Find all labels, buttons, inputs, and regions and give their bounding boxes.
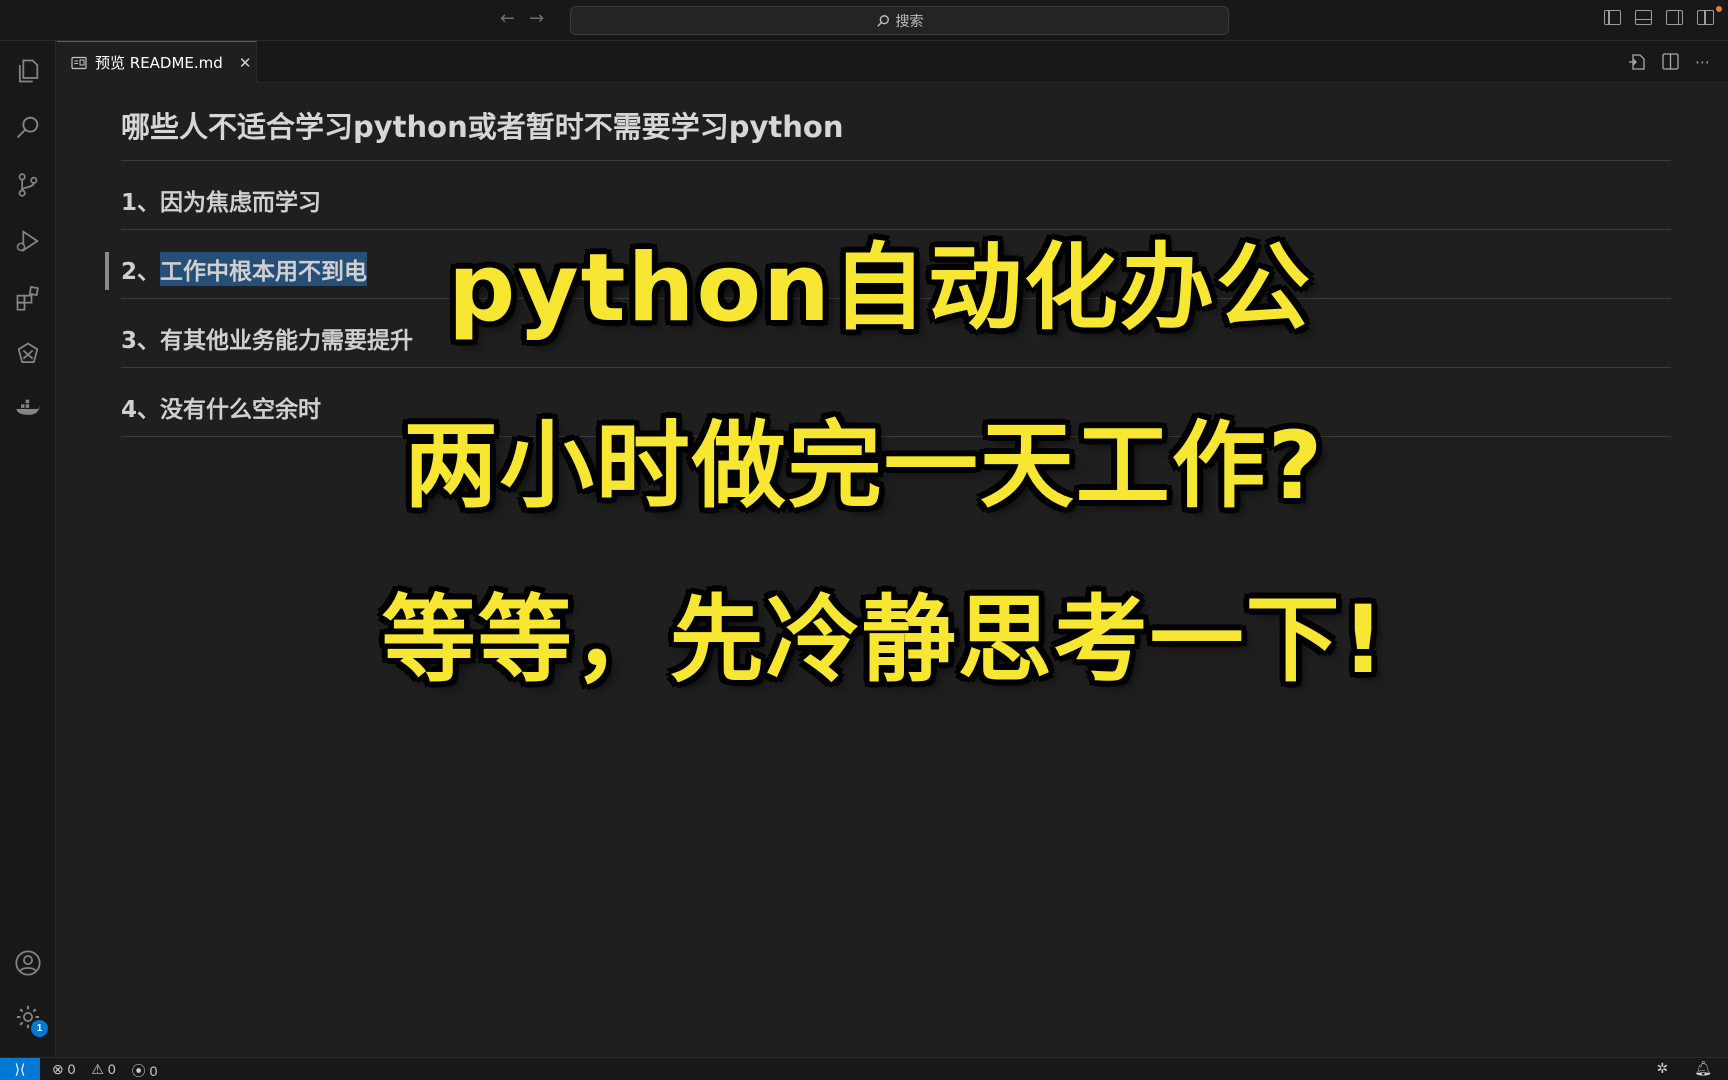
search-icon bbox=[876, 14, 889, 27]
title-bar: ← → 搜索 bbox=[0, 0, 1728, 41]
status-right-items: ✲ 🔔︎ bbox=[1656, 1060, 1712, 1077]
ports-count: 0 bbox=[149, 1063, 158, 1079]
split-editor-icon[interactable] bbox=[1662, 53, 1679, 70]
navigation-arrows: ← → bbox=[500, 8, 544, 29]
warnings-count: 0 bbox=[107, 1061, 116, 1077]
error-icon: ⊗ bbox=[52, 1061, 64, 1077]
more-actions-icon[interactable]: ⋯ bbox=[1695, 53, 1710, 71]
activity-bar: 1 bbox=[0, 41, 56, 1057]
customize-layout-icon[interactable] bbox=[1697, 10, 1714, 25]
search-label: 搜索 bbox=[895, 13, 924, 30]
accounts-icon[interactable] bbox=[12, 947, 44, 979]
open-source-icon[interactable] bbox=[1628, 53, 1646, 70]
copilot-icon[interactable]: ✲ bbox=[1656, 1060, 1668, 1077]
editor-actions: ⋯ bbox=[1628, 53, 1710, 71]
caption-line-3: 等等，先冷静思考一下! bbox=[381, 586, 1387, 695]
remote-indicator-icon[interactable]: ⟩⟨ bbox=[0, 1058, 40, 1080]
preview-icon bbox=[71, 56, 87, 69]
command-center-search[interactable]: 搜索 bbox=[570, 6, 1229, 35]
back-arrow-icon[interactable]: ← bbox=[500, 8, 515, 29]
caption-line-1: python自动化办公 bbox=[448, 234, 1312, 343]
settings-update-badge: 1 bbox=[31, 1020, 48, 1037]
document-title: 哪些人不适合学习python或者暂时不需要学习python bbox=[121, 104, 1671, 161]
manage-gear-icon[interactable]: 1 bbox=[12, 1001, 48, 1037]
source-control-icon[interactable] bbox=[12, 169, 44, 201]
errors-count-group: ⊗ 0 bbox=[52, 1061, 75, 1080]
ports-count-group: ⦿ 0 bbox=[132, 1061, 158, 1080]
update-notification-dot bbox=[1716, 6, 1722, 12]
layout-controls bbox=[1604, 10, 1714, 25]
toggle-panel-icon[interactable] bbox=[1635, 10, 1652, 25]
tab-readme-preview[interactable]: 预览 README.md ✕ bbox=[57, 41, 257, 83]
caption-line-2: 两小时做完一天工作? bbox=[403, 412, 1325, 521]
forward-arrow-icon[interactable]: → bbox=[529, 8, 544, 29]
toggle-secondary-sidebar-icon[interactable] bbox=[1666, 10, 1683, 25]
explorer-icon[interactable] bbox=[12, 55, 44, 87]
errors-count: 0 bbox=[67, 1061, 76, 1077]
tab-close-icon[interactable]: ✕ bbox=[239, 54, 252, 72]
status-bar: ⟩⟨ ⊗ 0 ⚠ 0 ⦿ 0 ✲ 🔔︎ bbox=[0, 1057, 1728, 1080]
tab-label: 预览 README.md bbox=[95, 54, 223, 72]
toggle-primary-sidebar-icon[interactable] bbox=[1604, 10, 1621, 25]
warning-icon: ⚠ bbox=[91, 1061, 104, 1077]
editor-tab-bar: 预览 README.md ✕ ⋯ bbox=[57, 41, 1728, 83]
warnings-count-group: ⚠ 0 bbox=[91, 1061, 115, 1080]
problems-summary[interactable]: ⊗ 0 ⚠ 0 ⦿ 0 bbox=[52, 1061, 157, 1080]
broadcast-icon: ⦿ bbox=[131, 1063, 146, 1079]
notifications-bell-icon[interactable]: 🔔︎ bbox=[1694, 1060, 1712, 1077]
search-icon[interactable] bbox=[12, 111, 44, 143]
